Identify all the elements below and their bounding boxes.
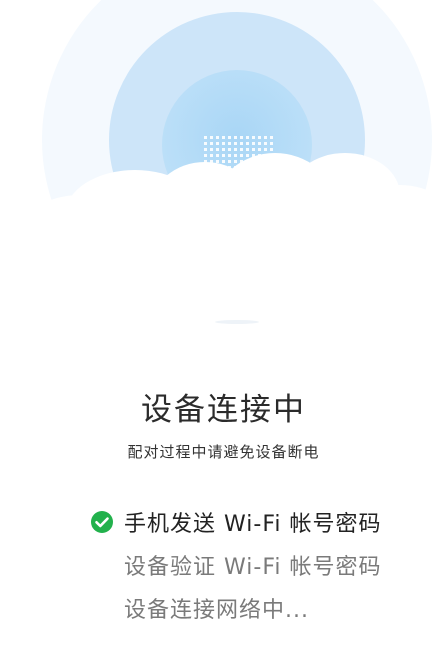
device-connecting-screen: 设备连接中 配对过程中请避免设备断电 手机发送 Wi-Fi 帐号密码 设备验证 … [0,0,447,648]
check-circle-icon [91,510,113,533]
step-label: 设备验证 Wi-Fi 帐号密码 [124,554,382,580]
step-verify-wifi-credentials: 设备验证 Wi-Fi 帐号密码 [90,543,430,586]
connection-illustration [0,0,447,340]
ground-shadow [215,320,259,324]
progress-steps: 手机发送 Wi-Fi 帐号密码 设备验证 Wi-Fi 帐号密码 设备连接网络中.… [90,500,430,629]
step-label: 设备连接网络中... [124,597,309,623]
page-title: 设备连接中 [141,392,306,428]
step-send-wifi-credentials: 手机发送 Wi-Fi 帐号密码 [90,500,430,543]
page-subtitle: 配对过程中请避免设备断电 [127,443,320,461]
step-label: 手机发送 Wi-Fi 帐号密码 [124,511,382,537]
step-connect-network: 设备连接网络中... [90,586,430,629]
